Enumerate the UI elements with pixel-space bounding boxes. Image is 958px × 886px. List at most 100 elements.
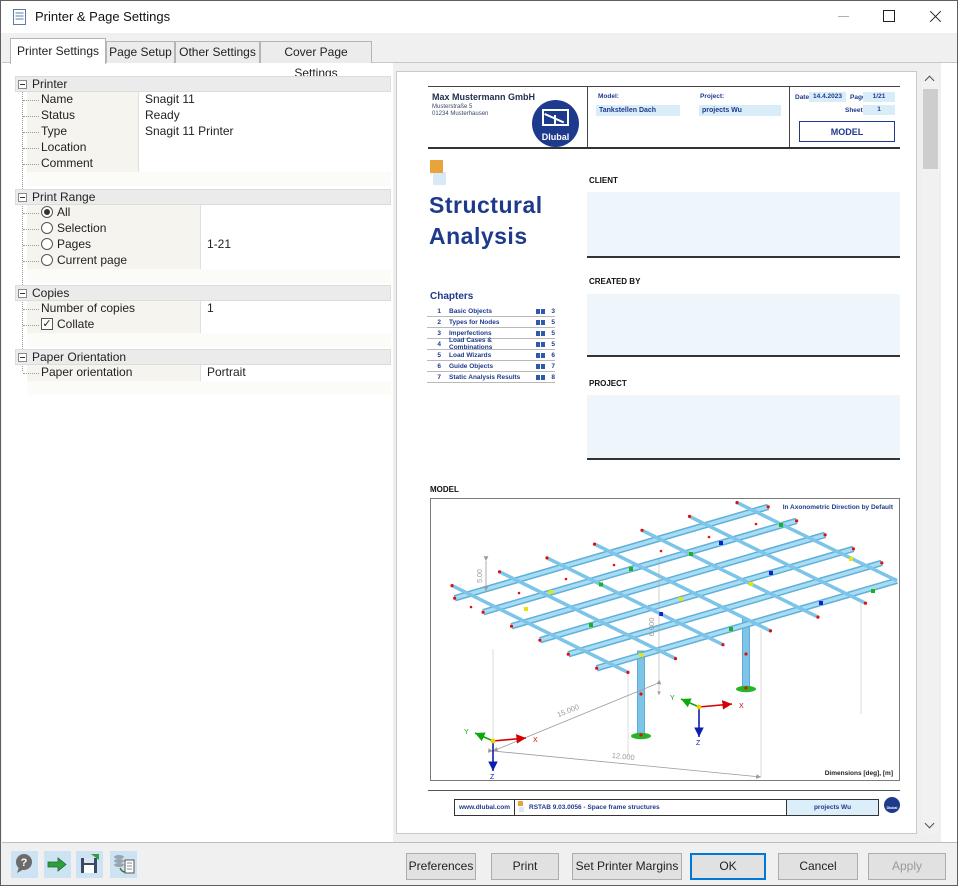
transfer-settings-button[interactable] [110, 851, 137, 878]
section-title: Paper Orientation [32, 350, 126, 364]
print-range-current-page-row: Current page [27, 253, 391, 269]
page-value: 1/21 [863, 92, 895, 102]
sheet-value: 1 [863, 105, 895, 115]
print-range-all-row: All [27, 205, 391, 221]
printer-section-header: Printer [15, 76, 391, 92]
paper-orientation-row: Paper orientation Portrait [27, 365, 391, 381]
save-defaults-button[interactable] [76, 851, 103, 878]
print-range-selection-row: Selection [27, 221, 391, 237]
help-button[interactable]: ? [11, 851, 38, 878]
section-title: Print Range [32, 190, 95, 204]
chapter-title-box: MODEL [799, 121, 895, 142]
collate-checkbox[interactable]: ✓ [41, 318, 53, 330]
spacer-row [27, 269, 391, 283]
logo-text: Dlubal [532, 132, 579, 142]
company-address-2: 01234 Musterhausen [432, 111, 488, 117]
cover-orange-square [430, 160, 443, 173]
tab-printer-settings[interactable]: Printer Settings [10, 38, 106, 64]
project-value: projects Wu [699, 105, 781, 116]
row-label: Comment [27, 156, 139, 172]
model-view: 5.00 6.000 15.000 12.000 X Y [430, 498, 900, 781]
maximize-button[interactable] [866, 1, 911, 32]
print-button[interactable]: Print [491, 853, 559, 880]
bottom-bar: ? [2, 842, 958, 886]
chapter-row: 1Basic Objects3 [427, 306, 555, 317]
row-label: Name [27, 92, 139, 108]
preferences-button[interactable]: Preferences [406, 853, 476, 880]
radio-current-page[interactable] [41, 254, 53, 266]
tab-other-settings[interactable]: Other Settings [175, 41, 260, 63]
header-divider [789, 87, 790, 147]
cover-title: Structural Analysis [429, 190, 543, 252]
radio-pages[interactable] [41, 238, 53, 250]
sheet-label: Sheet [845, 107, 863, 114]
collapse-icon[interactable] [18, 80, 27, 89]
preview-page: Max Mustermann GmbH Musterstraße 5 01234… [396, 71, 917, 834]
chapter-row: 6Guide Objects7 [427, 361, 555, 372]
tab-page-setup[interactable]: Page Setup [106, 41, 175, 63]
scroll-up-button[interactable] [922, 71, 939, 88]
ok-button[interactable]: OK [690, 853, 766, 880]
scroll-down-button[interactable] [922, 817, 939, 834]
footer-project: projects Wu [786, 800, 878, 815]
option-label: Selection [57, 221, 106, 235]
cover-blue-square [433, 172, 446, 185]
scrollbar-thumb[interactable] [923, 89, 938, 169]
option-value [201, 221, 391, 237]
paper-orientation-section: Paper Orientation Paper orientation Port… [15, 349, 391, 395]
collapse-icon[interactable] [18, 193, 27, 202]
green-arrow-icon [45, 852, 70, 877]
print-preview-pane: Max Mustermann GmbH Musterstraße 5 01234… [393, 63, 941, 842]
spacer-row [27, 172, 391, 186]
minimize-icon [838, 16, 849, 17]
printer-comment-row: Comment [27, 156, 391, 172]
report-header: Max Mustermann GmbH Musterstraße 5 01234… [428, 86, 900, 149]
bridge-icon [542, 109, 569, 126]
company-name: Max Mustermann GmbH [432, 92, 535, 102]
svg-text:Z: Z [490, 774, 495, 780]
svg-text:X: X [533, 737, 538, 744]
apply-button: Apply [868, 853, 946, 880]
copies-section: Copies Number of copies 1 ✓Collate [15, 285, 391, 347]
chapter-row: 7Static Analysis Results8 [427, 372, 555, 383]
close-button[interactable] [912, 1, 957, 32]
collapse-icon[interactable] [18, 289, 27, 298]
radio-all[interactable] [41, 206, 53, 218]
load-defaults-button[interactable] [44, 851, 71, 878]
client-box [587, 192, 900, 258]
axis-triad: X Y Z [670, 695, 744, 747]
number-of-copies-value[interactable]: 1 [201, 301, 391, 317]
view-note: In Axonometric Direction by Default [783, 504, 894, 511]
units-note: Dimensions [deg], [m] [825, 770, 893, 777]
minimize-button[interactable] [821, 1, 866, 32]
option-label: All [57, 205, 70, 219]
row-label: Paper orientation [27, 365, 201, 381]
model-heading: MODEL [430, 485, 459, 494]
pages-range-value[interactable]: 1-21 [201, 237, 391, 253]
section-title: Copies [32, 286, 69, 300]
row-label: Location [27, 140, 139, 156]
footer-margin-line [428, 790, 900, 791]
paper-orientation-value[interactable]: Portrait [201, 365, 391, 381]
chevron-up-icon [925, 76, 935, 86]
dlubal-logo: Dlubal [532, 100, 579, 147]
set-printer-margins-button[interactable]: Set Printer Margins [572, 853, 682, 880]
tab-bar: Printer Settings Page Setup Other Settin… [2, 33, 958, 62]
help-icon: ? [12, 852, 37, 877]
printer-name-value[interactable]: Snagit 11 [139, 92, 391, 108]
chevron-down-icon [925, 819, 935, 829]
cancel-button[interactable]: Cancel [778, 853, 858, 880]
preview-scrollbar[interactable] [922, 71, 939, 834]
collapse-icon[interactable] [18, 353, 27, 362]
chapter-row: 5Load Wizards6 [427, 350, 555, 361]
option-value [201, 205, 391, 221]
printer-location-value [139, 140, 391, 156]
radio-selection[interactable] [41, 222, 53, 234]
footer-website: www.dlubal.com [455, 800, 515, 815]
company-address-1: Musterstraße 5 [432, 104, 472, 110]
chapter-row: 2Types for Nodes5 [427, 317, 555, 328]
tab-cover-page-settings[interactable]: Cover Page Settings [260, 41, 372, 63]
model-value: Tankstellen Dach [596, 105, 680, 116]
dim-eave: 5.00 [477, 569, 484, 583]
option-label: Pages [57, 237, 91, 251]
